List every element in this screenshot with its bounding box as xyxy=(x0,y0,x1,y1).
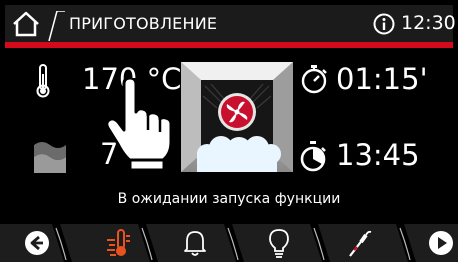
pointing-hand-icon xyxy=(105,78,173,170)
bottom-nav xyxy=(0,224,458,262)
start-button[interactable] xyxy=(418,226,458,260)
divider-icon xyxy=(48,11,65,41)
cook-time-value[interactable]: 01:15' xyxy=(336,62,428,96)
end-time-value[interactable]: 13:45 xyxy=(336,138,420,172)
screen: ПРИГОТОВЛЕНИЕ 12:30 170 °C 7 01:15' 13:4… xyxy=(0,0,458,262)
page-title: ПРИГОТОВЛЕНИЕ xyxy=(69,14,218,33)
temperature-mode-button[interactable] xyxy=(96,226,142,260)
play-icon xyxy=(429,231,453,255)
back-button[interactable] xyxy=(14,226,60,260)
end-time-icon xyxy=(300,141,326,172)
oven-fan-icon xyxy=(181,62,293,172)
thermometer-icon xyxy=(36,64,50,98)
alarm-button[interactable] xyxy=(172,226,218,260)
back-icon xyxy=(25,231,49,255)
light-bulb-icon xyxy=(269,229,289,258)
light-button[interactable] xyxy=(256,226,302,260)
probe-button[interactable] xyxy=(338,226,384,260)
nav-background xyxy=(0,224,458,262)
timer-icon xyxy=(301,65,327,94)
temperature-mode-icon xyxy=(107,229,130,256)
clock-display: 12:30 xyxy=(401,12,456,34)
steam-icon xyxy=(34,142,66,173)
probe-icon xyxy=(349,230,372,257)
accent-bar xyxy=(5,42,453,48)
home-icon[interactable] xyxy=(11,11,41,37)
status-text: В ожидании запуска функции xyxy=(117,191,341,207)
header-bar: ПРИГОТОВЛЕНИЕ 12:30 xyxy=(5,5,456,42)
bell-icon xyxy=(184,231,206,256)
info-icon[interactable] xyxy=(373,13,395,35)
